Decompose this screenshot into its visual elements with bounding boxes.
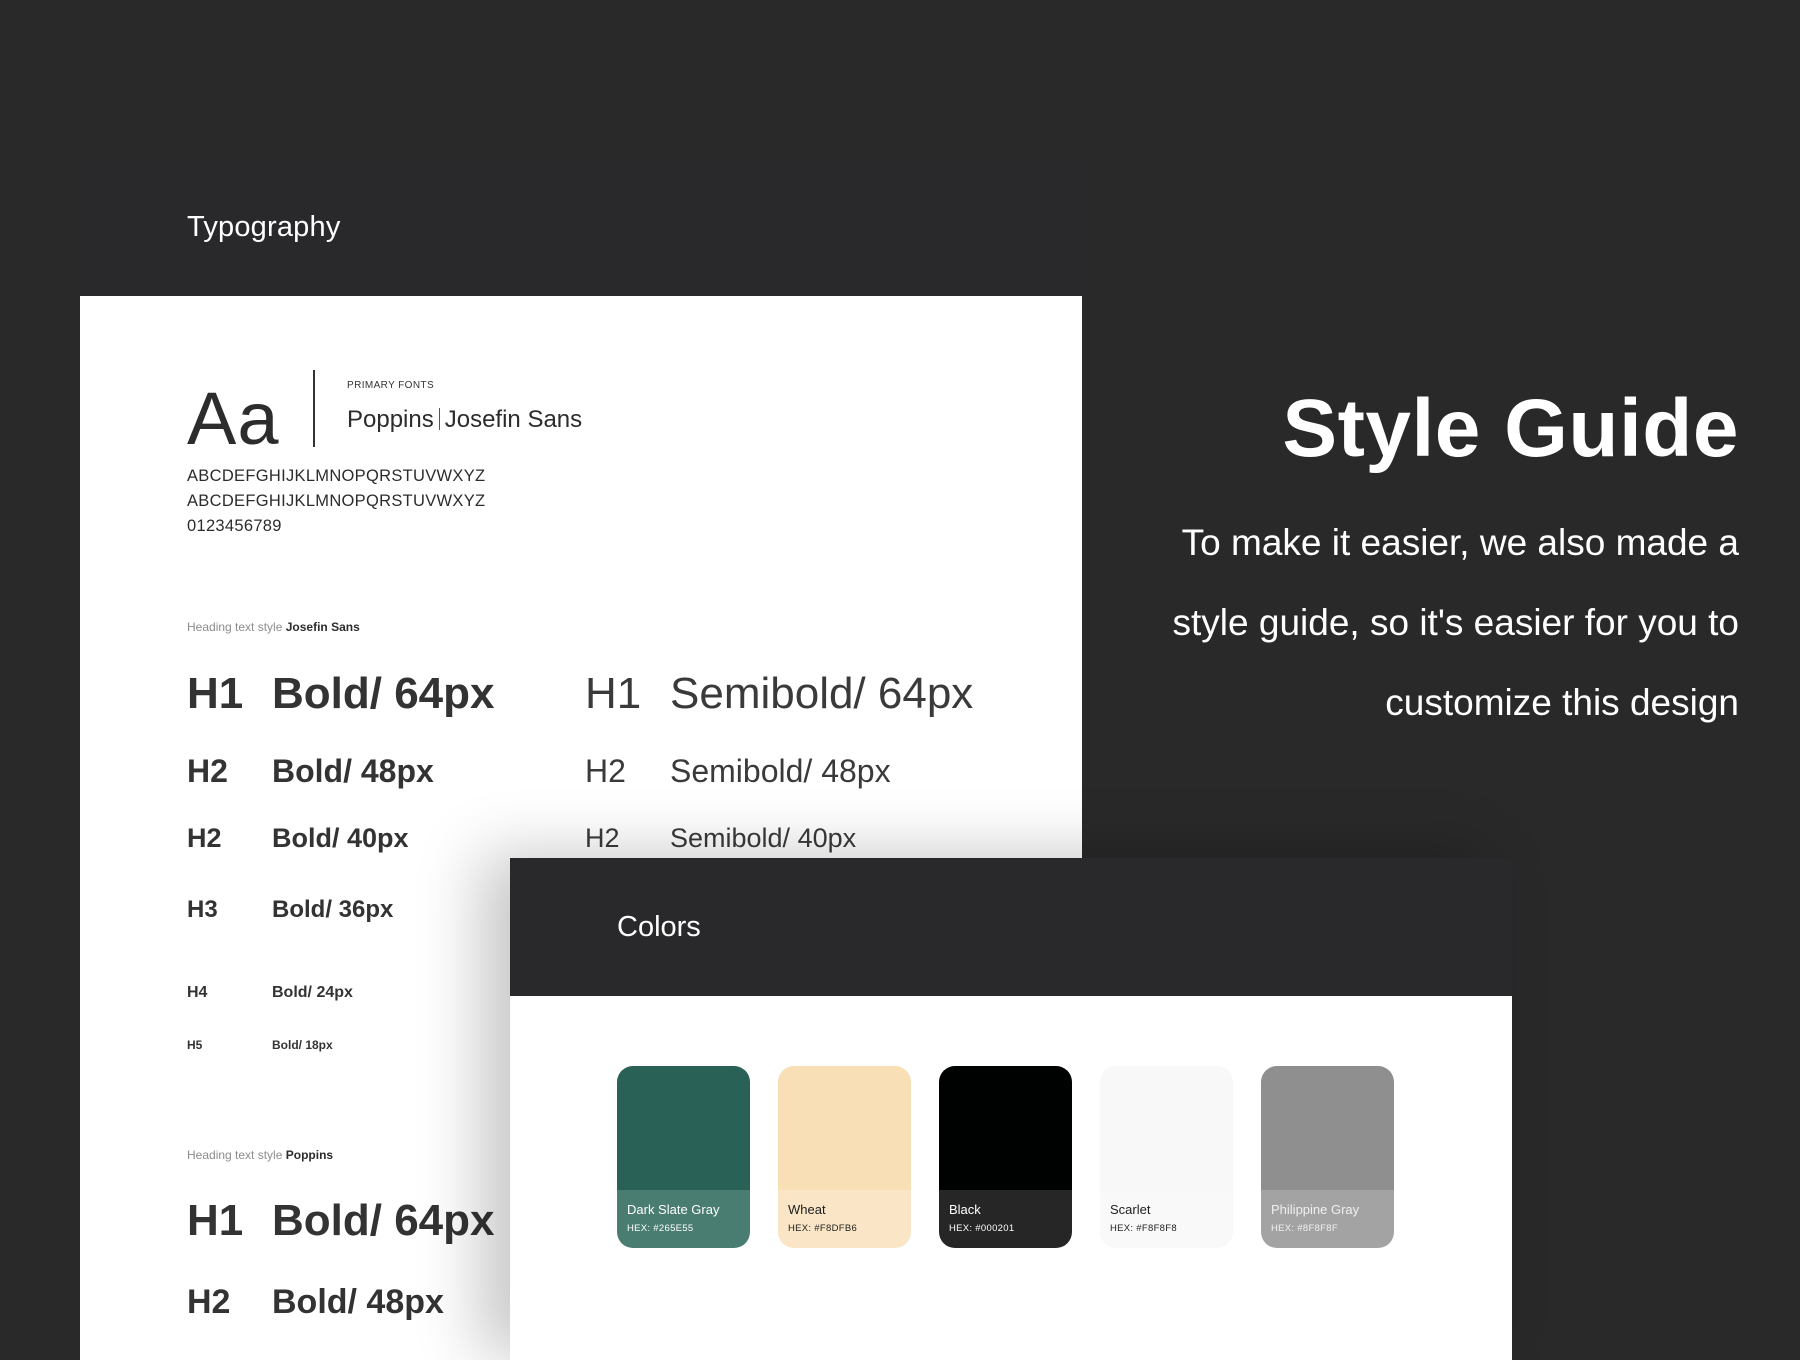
swatch-label-area: Philippine Gray HEX: #8F8F8F: [1261, 1190, 1394, 1248]
swatch-color-fill: [617, 1066, 750, 1190]
heading-style-caption-poppins: Heading text style Poppins: [187, 1148, 333, 1162]
caption-font: Josefin Sans: [285, 620, 360, 634]
caption-prefix: Heading text style: [187, 1148, 283, 1162]
swatch-name: Black: [949, 1202, 981, 1217]
swatch-label-area: Scarlet HEX: #F8F8F8: [1100, 1190, 1233, 1248]
hero-description: To make it easier, we also made a style …: [1099, 503, 1739, 743]
heading-desc: Bold/ 36px: [272, 896, 394, 923]
font-divider: [313, 370, 315, 447]
color-swatch: Philippine Gray HEX: #8F8F8F: [1261, 1066, 1394, 1248]
swatch-color-fill: [1261, 1066, 1394, 1190]
heading-tag: H1: [187, 669, 244, 718]
swatch-name: Wheat: [788, 1202, 826, 1217]
swatch-name: Philippine Gray: [1271, 1202, 1360, 1217]
primary-fonts-names: Poppins Josefin Sans: [347, 406, 582, 434]
color-swatch-list: Dark Slate Gray HEX: #265E55 Wheat HEX: …: [617, 1066, 1394, 1248]
heading-tag: H1: [585, 669, 642, 718]
heading-tag: H4: [187, 984, 208, 1001]
font-name-separator: [438, 408, 440, 430]
colors-title: Colors: [617, 910, 701, 943]
uppercase-line-2: ABCDEFGHIJKLMNOPQRSTUVWXYZ: [187, 492, 486, 510]
heading-desc: Bold/ 64px: [272, 1196, 495, 1245]
primary-fonts-label: PRIMARY FONTS: [347, 380, 435, 391]
swatch-color-fill: [939, 1066, 1072, 1190]
color-swatch: Dark Slate Gray HEX: #265E55: [617, 1066, 750, 1248]
hero-title: Style Guide: [1282, 383, 1739, 474]
swatch-name: Dark Slate Gray: [627, 1202, 720, 1217]
color-swatch: Wheat HEX: #F8DFB6: [778, 1066, 911, 1248]
color-swatch: Black HEX: #000201: [939, 1066, 1072, 1248]
heading-tag: H1: [187, 1196, 244, 1245]
swatch-color-fill: [1100, 1066, 1233, 1190]
swatch-name: Scarlet: [1110, 1202, 1151, 1217]
heading-desc: Bold/ 48px: [272, 1283, 444, 1321]
swatch-label-area: Dark Slate Gray HEX: #265E55: [617, 1190, 750, 1248]
heading-desc: Bold/ 64px: [272, 669, 495, 718]
colors-card: Colors Dark Slate Gray HEX: #265E55 Whea…: [510, 858, 1512, 1360]
heading-tag: H3: [187, 896, 218, 923]
heading-desc: Bold/ 48px: [272, 753, 434, 789]
swatch-hex: HEX: #F8F8F8: [1110, 1223, 1177, 1234]
heading-desc: Bold/ 24px: [272, 984, 353, 1001]
heading-desc: Bold/ 40px: [272, 823, 409, 853]
hero-description-line: customize this design: [1385, 682, 1739, 723]
heading-desc: Semibold/ 64px: [670, 669, 974, 718]
typography-header: Typography: [80, 158, 1082, 296]
swatch-hex: HEX: #265E55: [627, 1223, 694, 1234]
heading-tag: H2: [585, 753, 626, 789]
heading-tag: H2: [187, 753, 228, 789]
heading-tag: H2: [187, 1283, 231, 1321]
swatch-hex: HEX: #8F8F8F: [1271, 1223, 1338, 1234]
heading-tag: H2: [187, 823, 222, 853]
typography-title: Typography: [187, 210, 341, 243]
font-name-josefin: Josefin Sans: [444, 406, 583, 433]
swatch-color-fill: [778, 1066, 911, 1190]
swatch-label-area: Wheat HEX: #F8DFB6: [778, 1190, 911, 1248]
font-name-poppins: Poppins: [347, 406, 434, 433]
heading-desc: Bold/ 18px: [272, 1038, 333, 1052]
heading-tag: H5: [187, 1038, 203, 1052]
heading-tag: H2: [585, 823, 620, 853]
digits-line: 0123456789: [187, 517, 282, 535]
heading-desc: Semibold/ 48px: [670, 753, 891, 789]
swatch-label-area: Black HEX: #000201: [939, 1190, 1072, 1248]
font-sample-glyph: Aa: [187, 377, 280, 460]
heading-desc: Semibold/ 40px: [670, 823, 857, 853]
hero-description-line: style guide, so it's easier for you to: [1172, 602, 1739, 643]
uppercase-line-1: ABCDEFGHIJKLMNOPQRSTUVWXYZ: [187, 467, 486, 485]
character-set: ABCDEFGHIJKLMNOPQRSTUVWXYZ ABCDEFGHIJKLM…: [187, 464, 485, 539]
style-guide-canvas: Typography Aa PRIMARY FONTS Poppins Josef…: [0, 0, 1800, 1360]
colors-header: Colors: [510, 858, 1512, 996]
color-swatch: Scarlet HEX: #F8F8F8: [1100, 1066, 1233, 1248]
caption-prefix: Heading text style: [187, 620, 283, 634]
caption-font: Poppins: [285, 1148, 334, 1162]
hero-description-line: To make it easier, we also made a: [1181, 522, 1739, 563]
swatch-hex: HEX: #000201: [949, 1223, 1015, 1234]
heading-style-caption-josefin: Heading text style Josefin Sans: [187, 620, 360, 634]
swatch-hex: HEX: #F8DFB6: [788, 1223, 858, 1234]
